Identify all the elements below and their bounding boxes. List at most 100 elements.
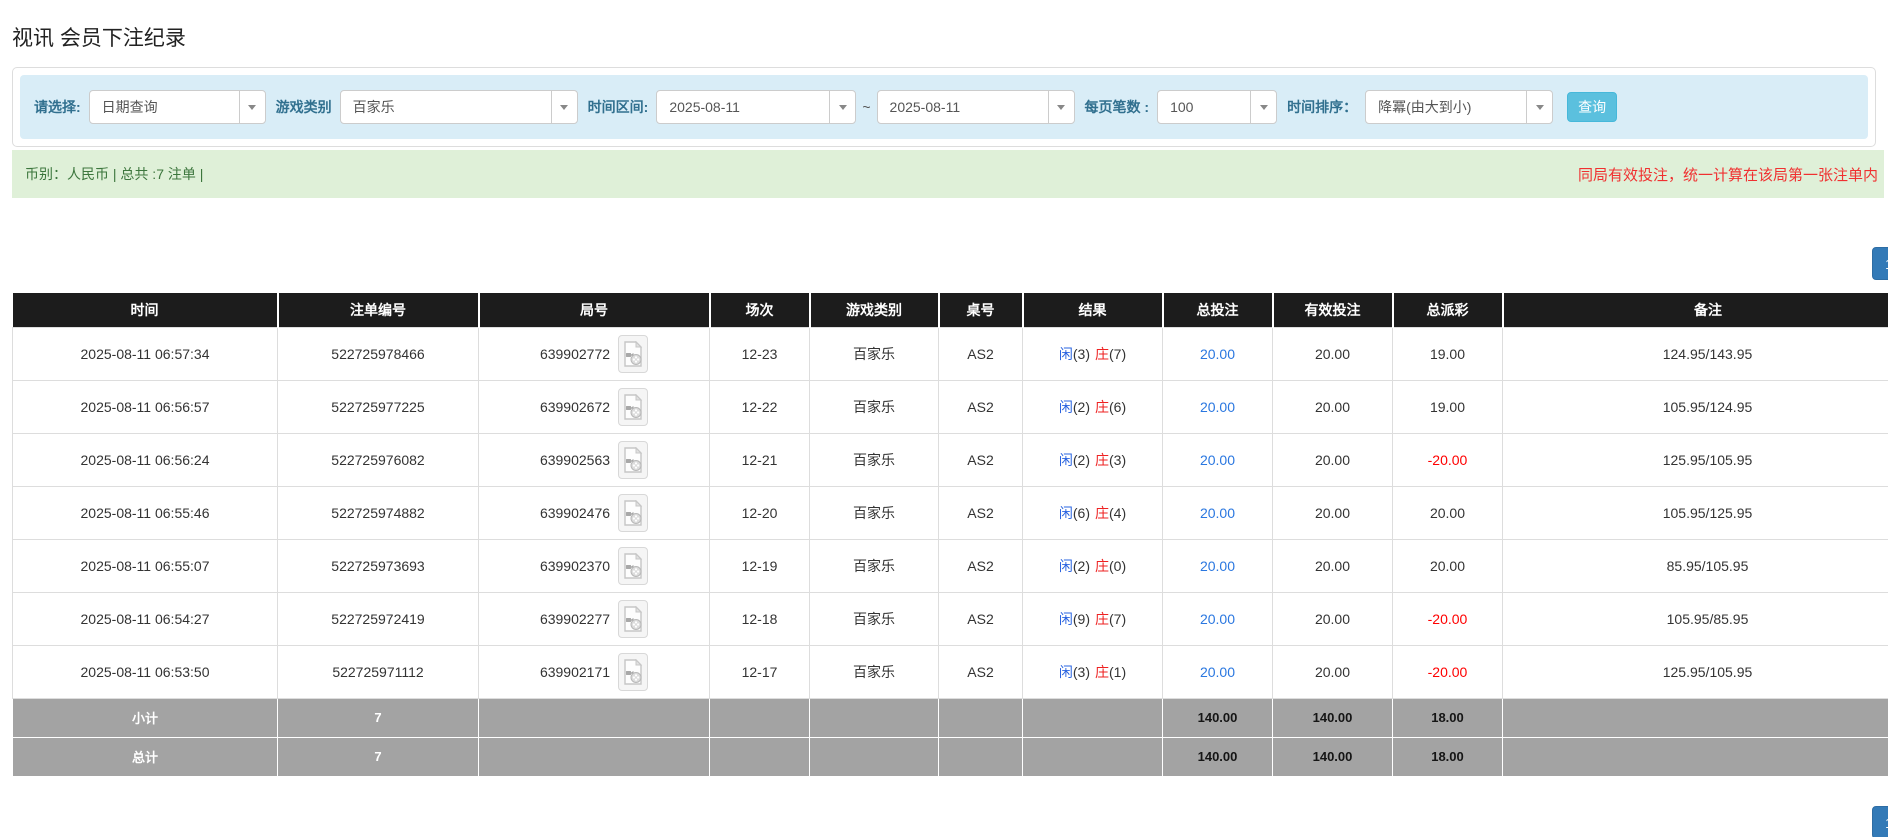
cell-bet-id: 522725972419	[278, 592, 479, 645]
cell-result: 闲(2)庄(0)	[1023, 539, 1163, 592]
table-row: 2025-08-11 06:56:24 522725976082 6399025…	[13, 433, 1888, 486]
video-file-icon	[623, 606, 643, 632]
date-to-input[interactable]: 2025-08-11	[877, 90, 1075, 124]
result-player-count: (2)	[1073, 399, 1090, 415]
video-replay-button[interactable]	[618, 653, 648, 691]
result-banker: 庄	[1095, 346, 1109, 362]
total-bet-link[interactable]: 20.00	[1200, 558, 1235, 574]
cell-valid-bet: 20.00	[1273, 539, 1393, 592]
video-replay-button[interactable]	[618, 388, 648, 426]
cell-result: 闲(3)庄(1)	[1023, 645, 1163, 698]
per-page-value: 100	[1158, 91, 1250, 123]
column-header: 时间	[13, 293, 278, 327]
page: 视讯 会员下注纪录 请选择: 日期查询 游戏类别 百家乐 时间区间: 2025-…	[0, 22, 1888, 837]
table-row: 2025-08-11 06:56:57 522725977225 6399026…	[13, 380, 1888, 433]
total-bet-link[interactable]: 20.00	[1200, 452, 1235, 468]
cell-valid-bet: 20.00	[1273, 645, 1393, 698]
cell-bet-id: 522725977225	[278, 380, 479, 433]
total-bet-link[interactable]: 20.00	[1200, 346, 1235, 362]
cell-game-type: 百家乐	[810, 592, 939, 645]
chevron-down-icon	[239, 91, 265, 123]
result-banker-count: (6)	[1109, 399, 1126, 415]
video-replay-button[interactable]	[618, 547, 648, 585]
empty-cell	[710, 698, 810, 737]
cell-time: 2025-08-11 06:57:34	[13, 327, 278, 380]
cell-remark: 125.95/105.95	[1503, 433, 1888, 486]
grand-total-valid-bet: 140.00	[1273, 737, 1393, 776]
notice-text: 同局有效投注，统一计算在该局第一张注单内	[1578, 164, 1878, 185]
round-number: 639902563	[540, 452, 610, 468]
column-header: 局号	[479, 293, 710, 327]
per-page-label: 每页笔数 :	[1085, 97, 1150, 117]
result-banker-count: (1)	[1109, 664, 1126, 680]
total-bet-link[interactable]: 20.00	[1200, 399, 1235, 415]
game-type-select[interactable]: 百家乐	[340, 90, 578, 124]
cell-remark: 105.95/125.95	[1503, 486, 1888, 539]
cell-game-type: 百家乐	[810, 539, 939, 592]
cell-session: 12-23	[710, 327, 810, 380]
search-button[interactable]: 查询	[1567, 92, 1617, 122]
cell-round: 639902672	[479, 380, 710, 433]
result-player: 闲	[1059, 611, 1073, 627]
chevron-down-icon	[1048, 91, 1074, 123]
cell-bet-id: 522725978466	[278, 327, 479, 380]
total-bet-link[interactable]: 20.00	[1200, 505, 1235, 521]
chevron-down-icon	[1526, 91, 1552, 123]
cell-remark: 125.95/105.95	[1503, 645, 1888, 698]
cell-payout: -20.00	[1393, 433, 1503, 486]
subtotal-label: 小计	[13, 698, 278, 737]
cell-round: 639902563	[479, 433, 710, 486]
video-replay-button[interactable]	[618, 494, 648, 532]
pagination-page-1[interactable]: 1	[1872, 806, 1888, 837]
grand-total-count: 7	[278, 737, 479, 776]
cell-game-type: 百家乐	[810, 486, 939, 539]
cell-total-bet: 20.00	[1163, 327, 1273, 380]
cell-bet-id: 522725973693	[278, 539, 479, 592]
result-player-count: (2)	[1073, 558, 1090, 574]
round-number: 639902277	[540, 611, 610, 627]
cell-time: 2025-08-11 06:55:07	[13, 539, 278, 592]
filter-panel: 请选择: 日期查询 游戏类别 百家乐 时间区间: 2025-08-11 ~ 20…	[12, 67, 1876, 147]
date-from-input[interactable]: 2025-08-11	[656, 90, 856, 124]
cell-valid-bet: 20.00	[1273, 486, 1393, 539]
result-player: 闲	[1059, 664, 1073, 680]
cell-valid-bet: 20.00	[1273, 592, 1393, 645]
cell-game-type: 百家乐	[810, 645, 939, 698]
empty-cell	[1023, 737, 1163, 776]
cell-total-bet: 20.00	[1163, 433, 1273, 486]
result-player-count: (3)	[1073, 664, 1090, 680]
grand-total-total-bet: 140.00	[1163, 737, 1273, 776]
query-type-select[interactable]: 日期查询	[89, 90, 266, 124]
subtotal-valid-bet: 140.00	[1273, 698, 1393, 737]
cell-time: 2025-08-11 06:56:24	[13, 433, 278, 486]
result-player-count: (2)	[1073, 452, 1090, 468]
empty-cell	[479, 737, 710, 776]
per-page-select[interactable]: 100	[1157, 90, 1277, 124]
video-replay-button[interactable]	[618, 335, 648, 373]
video-replay-button[interactable]	[618, 600, 648, 638]
cell-session: 12-20	[710, 486, 810, 539]
cell-payout: -20.00	[1393, 645, 1503, 698]
cell-total-bet: 20.00	[1163, 539, 1273, 592]
total-bet-link[interactable]: 20.00	[1200, 664, 1235, 680]
pagination-page-1[interactable]: 1	[1872, 247, 1888, 280]
total-bet-link[interactable]: 20.00	[1200, 611, 1235, 627]
grand-total-payout: 18.00	[1393, 737, 1503, 776]
round-number: 639902772	[540, 346, 610, 362]
sort-select[interactable]: 降冪(由大到小)	[1365, 90, 1553, 124]
empty-cell	[1503, 737, 1888, 776]
cell-time: 2025-08-11 06:53:50	[13, 645, 278, 698]
round-number: 639902370	[540, 558, 610, 574]
cell-round: 639902476	[479, 486, 710, 539]
result-player: 闲	[1059, 452, 1073, 468]
summary-bar: 币别：人民币 | 总共 :7 注单 | 同局有效投注，统一计算在该局第一张注单内	[12, 150, 1884, 198]
chevron-down-icon	[1250, 91, 1276, 123]
empty-cell	[710, 737, 810, 776]
result-banker-count: (7)	[1109, 346, 1126, 362]
result-banker: 庄	[1095, 399, 1109, 415]
cell-game-type: 百家乐	[810, 380, 939, 433]
result-player-count: (6)	[1073, 505, 1090, 521]
video-file-icon	[623, 447, 643, 473]
video-replay-button[interactable]	[618, 441, 648, 479]
date-to-value: 2025-08-11	[878, 91, 1048, 123]
